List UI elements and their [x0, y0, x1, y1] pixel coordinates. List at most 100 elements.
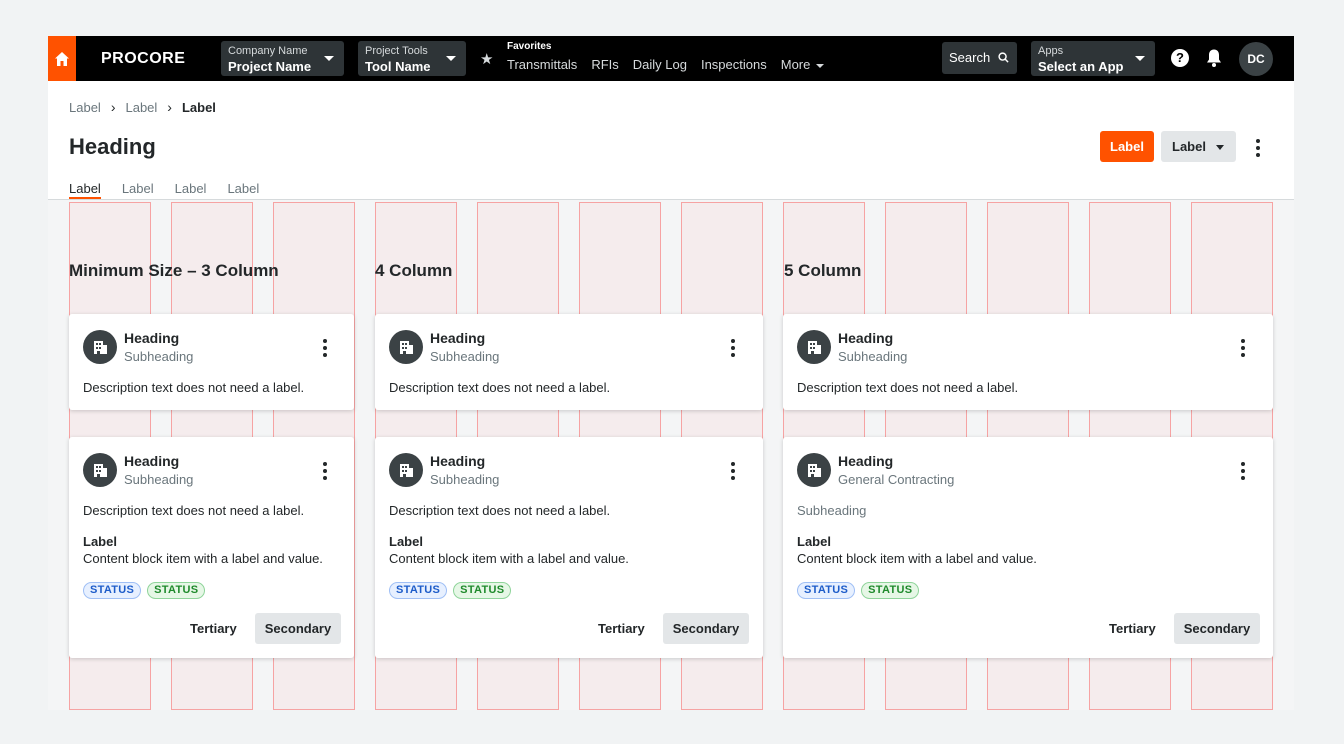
- building-icon: [83, 453, 117, 487]
- secondary-button[interactable]: Secondary: [1174, 613, 1260, 644]
- status-badge: STATUS: [453, 582, 512, 599]
- apps-label: Apps: [1038, 45, 1064, 57]
- card-heading: Heading: [838, 453, 894, 469]
- status-badge: STATUS: [389, 582, 448, 599]
- card-heading: Heading: [838, 330, 894, 346]
- more-options-icon[interactable]: [323, 462, 327, 483]
- favorites-label: Favorites: [507, 41, 552, 52]
- card-description: Description text does not need a label.: [797, 380, 1019, 395]
- help-icon[interactable]: ?: [1171, 49, 1189, 67]
- content-item-label: Label: [389, 534, 423, 549]
- chevron-right-icon: ›: [167, 99, 172, 115]
- card-description: Subheading: [797, 503, 867, 518]
- card-subheading: Subheading: [430, 349, 500, 364]
- content-item-value: Content block item with a label and valu…: [83, 551, 323, 566]
- status-pills: STATUS STATUS: [389, 582, 512, 599]
- card-description: Description text does not need a label.: [389, 380, 611, 395]
- content-item-label: Label: [83, 534, 117, 549]
- building-icon: [797, 453, 831, 487]
- project-tools-select[interactable]: Project Tools Tool Name: [358, 41, 466, 76]
- project-tools-value: Tool Name: [365, 59, 431, 74]
- building-icon: [797, 330, 831, 364]
- chevron-down-icon: [1135, 56, 1145, 61]
- secondary-button[interactable]: Secondary: [255, 613, 341, 644]
- card-subheading: Subheading: [838, 349, 908, 364]
- favorite-link-rfis[interactable]: RFIs: [591, 57, 618, 72]
- procore-logo[interactable]: PROCORE: [101, 50, 196, 68]
- home-icon: [55, 51, 69, 66]
- card-detailed: Heading Subheading Description text does…: [375, 437, 763, 658]
- company-select-value: Project Name: [228, 59, 312, 74]
- dropdown-button[interactable]: Label: [1161, 131, 1236, 162]
- building-icon: [83, 330, 117, 364]
- company-select[interactable]: Company Name Project Name: [221, 41, 344, 76]
- favorites: Favorites Transmittals RFIs Daily Log In…: [507, 41, 824, 72]
- page-header: Label › Label › Label Heading Label Labe…: [48, 81, 1294, 200]
- building-icon: [389, 330, 423, 364]
- search-icon: [998, 52, 1009, 63]
- favorites-more-menu[interactable]: More: [781, 57, 825, 72]
- tertiary-button[interactable]: Tertiary: [190, 621, 237, 636]
- more-options-icon[interactable]: [1241, 462, 1245, 483]
- content-item-value: Content block item with a label and valu…: [797, 551, 1037, 566]
- tab-4[interactable]: Label: [227, 181, 259, 199]
- card-subheading: Subheading: [430, 472, 500, 487]
- section-title-3-column: Minimum Size – 3 Column: [69, 261, 279, 280]
- card-subheading: Subheading: [124, 349, 194, 364]
- secondary-button[interactable]: Secondary: [663, 613, 749, 644]
- card-simple: Heading Subheading Description text does…: [375, 314, 763, 410]
- tertiary-button[interactable]: Tertiary: [1109, 621, 1156, 636]
- card-detailed: Heading General Contracting Subheading L…: [783, 437, 1273, 658]
- more-options-icon[interactable]: [1256, 139, 1260, 160]
- search-label: Search: [949, 50, 991, 65]
- more-options-icon[interactable]: [323, 339, 327, 360]
- apps-select[interactable]: Apps Select an App: [1031, 41, 1155, 76]
- more-options-icon[interactable]: [731, 339, 735, 360]
- card-description: Description text does not need a label.: [83, 503, 305, 518]
- favorite-link-daily-log[interactable]: Daily Log: [633, 57, 687, 72]
- tab-3[interactable]: Label: [175, 181, 207, 199]
- status-badge: STATUS: [147, 582, 206, 599]
- more-options-icon[interactable]: [731, 462, 735, 483]
- bell-icon[interactable]: [1205, 48, 1223, 68]
- chevron-down-icon: [324, 56, 334, 61]
- tab-2[interactable]: Label: [122, 181, 154, 199]
- card-subheading: Subheading: [124, 472, 194, 487]
- breadcrumb-current: Label: [181, 99, 216, 115]
- tertiary-button[interactable]: Tertiary: [598, 621, 645, 636]
- avatar[interactable]: DC: [1239, 42, 1273, 76]
- home-button[interactable]: [48, 36, 76, 81]
- more-options-icon[interactable]: [1241, 339, 1245, 360]
- chevron-down-icon: [446, 56, 456, 61]
- search-button[interactable]: Search: [942, 42, 1017, 74]
- primary-button[interactable]: Label: [1100, 131, 1154, 162]
- card-subheading: General Contracting: [838, 472, 955, 487]
- card-simple: Heading Subheading Description text does…: [783, 314, 1273, 410]
- card-heading: Heading: [430, 330, 486, 346]
- apps-value: Select an App: [1038, 59, 1124, 74]
- card-heading: Heading: [124, 453, 180, 469]
- section-title-4-column: 4 Column: [375, 261, 453, 280]
- card-description: Description text does not need a label.: [83, 380, 305, 395]
- breadcrumb-item[interactable]: Label: [125, 100, 157, 115]
- tab-bar: Label Label Label Label: [69, 181, 259, 199]
- chevron-right-icon: ›: [110, 99, 116, 115]
- favorite-link-inspections[interactable]: Inspections: [701, 57, 767, 72]
- card-simple: Heading Subheading Description text does…: [69, 314, 354, 410]
- favorite-link-transmittals[interactable]: Transmittals: [507, 57, 577, 72]
- page-title: Heading: [69, 134, 156, 159]
- status-badge: STATUS: [797, 582, 856, 599]
- status-pills: STATUS STATUS: [797, 582, 920, 599]
- content-item-value: Content block item with a label and valu…: [389, 551, 629, 566]
- content-item-label: Label: [797, 534, 831, 549]
- card-description: Description text does not need a label.: [389, 503, 611, 518]
- project-tools-label: Project Tools: [365, 45, 428, 57]
- status-badge: STATUS: [83, 582, 142, 599]
- breadcrumb-item[interactable]: Label: [69, 100, 101, 115]
- star-icon[interactable]: ★: [480, 50, 493, 68]
- building-icon: [389, 453, 423, 487]
- card-heading: Heading: [430, 453, 486, 469]
- breadcrumb: Label › Label › Label: [69, 99, 216, 115]
- section-title-5-column: 5 Column: [784, 261, 862, 280]
- tab-1[interactable]: Label: [69, 181, 101, 199]
